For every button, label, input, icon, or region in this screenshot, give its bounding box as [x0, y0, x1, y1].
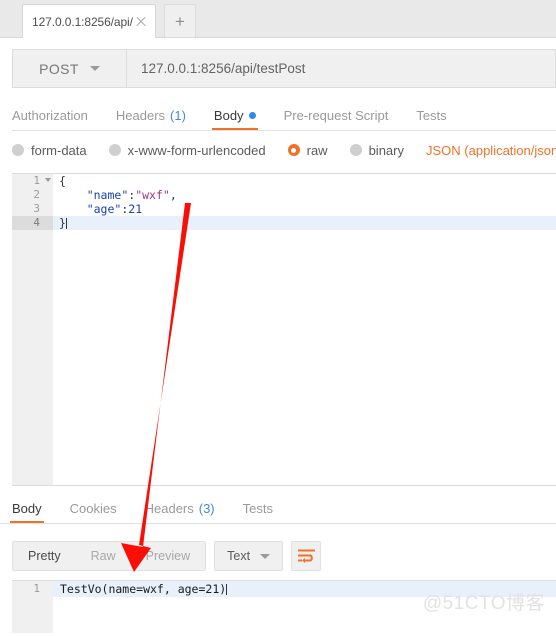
- response-format-dropdown[interactable]: Text: [214, 541, 284, 571]
- tab-pre-request-script[interactable]: Pre-request Script: [284, 100, 389, 130]
- response-tab-tests[interactable]: Tests: [243, 493, 273, 523]
- tab-body-label: Body: [213, 107, 244, 123]
- response-tab-cookies-label: Cookies: [69, 500, 117, 516]
- radio-raw-label: raw: [306, 142, 328, 158]
- chevron-down-icon: [89, 66, 100, 71]
- code-token: }: [59, 216, 66, 230]
- radio-form-data[interactable]: form-data: [12, 143, 87, 158]
- request-tab-label: 127.0.0.1:8256/api/tes: [32, 14, 133, 29]
- radio-form-data-label: form-data: [31, 142, 87, 158]
- editor-line-number: 2: [33, 188, 40, 201]
- tab-body[interactable]: Body: [211, 100, 258, 130]
- view-mode-pretty[interactable]: Pretty: [13, 542, 76, 570]
- left-rail: [0, 0, 3, 633]
- editor-gutter: 1234: [12, 174, 53, 485]
- tab-authorization[interactable]: Authorization: [12, 100, 88, 130]
- editor-code-line: "age":21: [53, 202, 556, 216]
- fold-toggle-icon[interactable]: [45, 178, 51, 182]
- response-tab-headers-count: (3): [198, 500, 215, 516]
- editor-line-number: 4: [12, 216, 53, 230]
- word-wrap-icon[interactable]: [291, 541, 322, 571]
- editor-code-line: {: [53, 174, 556, 188]
- editor-code-line: }: [53, 216, 556, 230]
- editor-line-number: 3: [33, 202, 40, 215]
- response-tab-headers[interactable]: Headers (3): [145, 493, 215, 523]
- postman-window: 127.0.0.1:8256/api/tes + POST 127.0.0.1:…: [0, 0, 556, 633]
- response-gutter: 1: [12, 581, 53, 633]
- text-caret: [226, 584, 228, 595]
- radio-binary-label: binary: [368, 142, 404, 158]
- editor-code-area[interactable]: { "name":"wxf", "age":21}: [53, 174, 556, 485]
- tab-headers-label: Headers: [115, 107, 166, 123]
- tab-pre-request-script-label: Pre-request Script: [283, 107, 389, 123]
- code-token: {: [59, 174, 66, 188]
- request-tabs: Authorization Headers (1) Body Pre-reque…: [12, 100, 556, 131]
- close-icon[interactable]: [133, 14, 149, 30]
- radio-raw[interactable]: raw: [287, 142, 328, 158]
- response-tab-cookies[interactable]: Cookies: [70, 493, 117, 523]
- radio-icon: [12, 144, 24, 156]
- code-token: ,: [169, 188, 177, 202]
- url-bar: POST 127.0.0.1:8256/api/testPost: [12, 49, 556, 88]
- editor-line-number: 1: [12, 174, 53, 188]
- new-tab-button[interactable]: +: [164, 4, 196, 37]
- response-tab-body-label: Body: [12, 500, 42, 516]
- tab-strip: 127.0.0.1:8256/api/tes +: [0, 0, 556, 38]
- tab-headers[interactable]: Headers (1): [116, 100, 186, 130]
- response-toolbar: Pretty Raw Preview Text: [12, 540, 556, 572]
- text-caret: [65, 218, 67, 229]
- radio-x-www-form-urlencoded[interactable]: x-www-form-urlencoded: [108, 142, 266, 158]
- code-token: "name": [86, 188, 129, 202]
- code-token: 21: [128, 202, 143, 216]
- body-modified-dot-icon: [248, 111, 256, 119]
- code-token: "wxf": [135, 188, 170, 202]
- response-tabs: Body Cookies Headers (3) Tests: [0, 493, 556, 524]
- response-tab-tests-label: Tests: [242, 500, 273, 516]
- editor-code-line: "name":"wxf",: [53, 188, 556, 202]
- http-method-dropdown[interactable]: POST: [13, 50, 127, 87]
- request-body-editor[interactable]: 1234 { "name":"wxf", "age":21}: [12, 173, 556, 486]
- url-input[interactable]: 127.0.0.1:8256/api/testPost: [127, 50, 555, 87]
- code-token: "age": [86, 202, 122, 216]
- content-type-dropdown[interactable]: JSON (application/json): [426, 143, 556, 158]
- response-body-text: TestVo(name=wxf, age=21): [60, 582, 227, 596]
- view-mode-preview[interactable]: Preview: [131, 542, 205, 570]
- radio-icon: [349, 144, 362, 156]
- tab-tests-label: Tests: [416, 107, 447, 123]
- body-type-radio-group: form-data x-www-form-urlencoded raw bina…: [12, 139, 556, 161]
- watermark: @51CTO博客: [422, 593, 545, 614]
- tab-tests[interactable]: Tests: [416, 100, 446, 130]
- response-tab-headers-label: Headers: [144, 500, 194, 516]
- view-mode-group: Pretty Raw Preview: [12, 541, 207, 571]
- response-tab-body[interactable]: Body: [10, 493, 44, 523]
- view-mode-raw[interactable]: Raw: [76, 542, 131, 570]
- response-line-number: 1: [33, 582, 40, 595]
- chevron-down-icon: [260, 553, 271, 559]
- tab-authorization-label: Authorization: [12, 107, 88, 123]
- radio-selected-icon: [287, 144, 300, 156]
- request-tab[interactable]: 127.0.0.1:8256/api/tes: [22, 4, 156, 38]
- response-format-label: Text: [227, 549, 251, 563]
- radio-binary[interactable]: binary: [349, 142, 404, 158]
- radio-x-www-form-urlencoded-label: x-www-form-urlencoded: [127, 142, 266, 158]
- radio-icon: [108, 144, 121, 156]
- http-method-label: POST: [39, 60, 79, 77]
- tab-headers-count: (1): [170, 107, 186, 123]
